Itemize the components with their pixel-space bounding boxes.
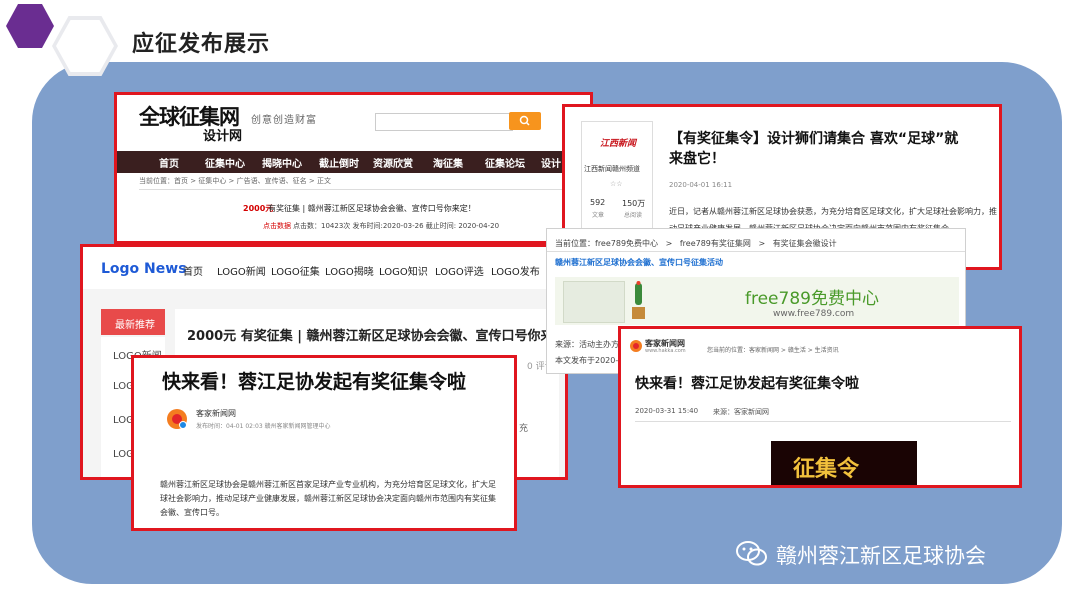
stat-value: 592 bbox=[590, 198, 606, 207]
meta-info: 点击数：10423次 发布时间:2020-03-26 截止时间: 2020-04… bbox=[293, 222, 500, 230]
nav-item[interactable]: 设计 bbox=[541, 155, 561, 170]
banner-image bbox=[563, 281, 625, 323]
nav-item[interactable]: 淘征集 bbox=[433, 155, 463, 170]
article-headline[interactable]: 赣州蓉江新区足球协会会徽、宣传口号征集活动 bbox=[555, 257, 723, 268]
nav-item[interactable]: LOGO知识 bbox=[379, 263, 428, 278]
stat-label: 总阅读 bbox=[624, 212, 643, 219]
side-heading: 最新推荐 bbox=[101, 309, 165, 335]
screenshot-hakka-article: 快来看！蓉江足协发起有奖征集令啦 客家新闻网 发布时间：04-01 02:03 … bbox=[131, 355, 517, 531]
site-logo-sub: 设计网 bbox=[203, 129, 243, 144]
article-body: 赣州蓉江新区足球协会是赣州蓉江新区首家足球产业专业机构，为充分培育区足球文化，扩… bbox=[160, 480, 496, 517]
banner-url: www.free789.com bbox=[773, 309, 855, 319]
profile-card: 江西新闻 江西新闻赣州频道 ☆☆ 592 文章 150万 总阅读 bbox=[581, 121, 653, 233]
aside-text: 充 bbox=[519, 424, 529, 434]
nav-item[interactable]: LOGO发布 bbox=[491, 263, 540, 278]
channel-name: 江西新闻赣州频道 bbox=[584, 165, 640, 173]
search-input[interactable] bbox=[375, 113, 513, 131]
breadcrumb: 当前位置：首页 > 征集中心 > 广告语、宣传语、征名 > 正文 bbox=[139, 177, 331, 185]
divider bbox=[139, 189, 579, 190]
nav-item[interactable]: 首页 bbox=[183, 263, 203, 278]
nav-item[interactable]: LOGO新闻 bbox=[217, 263, 266, 278]
article-title: 【有奖征集令】设计狮们请集合 喜欢“足球”就来盘它！ bbox=[669, 131, 959, 167]
breadcrumb: 您当前的位置：客家新闻网 > 赣生活 > 生活资讯 bbox=[707, 347, 839, 354]
article-source: 来源：活动主办方 bbox=[555, 340, 619, 349]
watermark-text: 赣州蓉江新区足球协会 bbox=[776, 544, 986, 568]
star-icon: ☆☆ bbox=[610, 180, 623, 188]
search-icon bbox=[519, 115, 530, 126]
stat-label: 文章 bbox=[592, 212, 605, 219]
brand-url: www.hakka.com bbox=[645, 348, 686, 354]
purple-hexagon-decoration bbox=[6, 4, 54, 48]
meta-tag: 点击数据 bbox=[263, 222, 291, 230]
nav-item[interactable]: LOGO评选 bbox=[435, 263, 484, 278]
breadcrumb-item[interactable]: 当前位置：free789免费中心 bbox=[555, 239, 658, 248]
site-slogan: 创意创造财富 bbox=[251, 115, 317, 126]
banner-title: free789免费中心 bbox=[745, 289, 879, 309]
breadcrumb-separator: > bbox=[665, 239, 673, 248]
divider bbox=[547, 251, 965, 252]
search-button[interactable] bbox=[509, 112, 541, 130]
nav-item[interactable]: 截止倒时 bbox=[319, 155, 359, 170]
nav-item[interactable]: 征集中心 bbox=[205, 155, 245, 170]
article-date: 本文发布于2020-0 bbox=[555, 356, 624, 365]
article-date: 2020-03-31 15:40 bbox=[635, 407, 699, 415]
nav-item[interactable]: 揭晓中心 bbox=[262, 155, 302, 170]
cactus-icon bbox=[632, 281, 645, 319]
wechat-icon bbox=[736, 541, 767, 566]
article-source: 来源：客家新闻网 bbox=[713, 408, 769, 416]
author-name: 客家新闻网 bbox=[196, 409, 236, 418]
breadcrumb-item[interactable]: free789有奖征集网 bbox=[680, 239, 751, 248]
poster-text: 征集令 bbox=[793, 456, 860, 482]
slide-title: 应征发布展示 bbox=[132, 32, 271, 57]
article-date: 2020-04-01 16:11 bbox=[669, 181, 733, 189]
nav-item[interactable]: LOGO揭晓 bbox=[325, 263, 374, 278]
logo-news-logo: Logo News bbox=[101, 261, 187, 277]
article-headline: 2000元 有奖征集 | 赣州蓉江新区足球协会会徽、宣传口号你来定！ bbox=[187, 329, 568, 344]
brand-logo: 江西新闻 bbox=[600, 139, 637, 149]
author-avatar bbox=[167, 409, 187, 429]
breadcrumb: 当前位置：free789免费中心 > free789有奖征集网 > 有奖征集会徽… bbox=[555, 238, 837, 249]
nav-item[interactable]: 首页 bbox=[159, 155, 179, 170]
article-title: 快来看！蓉江足协发起有奖征集令啦 bbox=[162, 371, 467, 393]
hakka-logo-icon bbox=[630, 340, 642, 352]
breadcrumb-separator: > bbox=[758, 239, 766, 248]
event-poster: 征集令 bbox=[771, 441, 917, 485]
article-meta: 发布时间：04-01 02:03 赣州客家新闻网管理中心 bbox=[196, 423, 331, 430]
article-title: 快来看！蓉江足协发起有奖征集令啦 bbox=[635, 376, 859, 392]
screenshot-quanqiu-zhengji: 全球征集网 设计网 创意创造财富 首页 征集中心 揭晓中心 截止倒时 资源欣赏 … bbox=[114, 92, 593, 244]
nav-item[interactable]: LOGO征集 bbox=[271, 263, 320, 278]
breadcrumb-item[interactable]: 有奖征集会徽设计 bbox=[773, 239, 837, 248]
nav-item[interactable]: 资源欣赏 bbox=[373, 155, 413, 170]
free789-banner: free789免费中心 www.free789.com bbox=[555, 277, 959, 325]
side-heading-label: 最新推荐 bbox=[115, 320, 155, 331]
nav-item[interactable]: 征集论坛 bbox=[485, 155, 525, 170]
headline: 有奖征集 | 赣州蓉江新区足球协会会徽、宣传口号你来定！ bbox=[268, 204, 476, 213]
stat-value: 150万 bbox=[622, 199, 646, 208]
divider bbox=[635, 421, 1011, 422]
screenshot-hakka-news: 客家新闻网 www.hakka.com 您当前的位置：客家新闻网 > 赣生活 >… bbox=[618, 326, 1022, 488]
site-nav-bar: 首页 征集中心 揭晓中心 截止倒时 资源欣赏 淘征集 征集论坛 设计 bbox=[117, 151, 590, 173]
